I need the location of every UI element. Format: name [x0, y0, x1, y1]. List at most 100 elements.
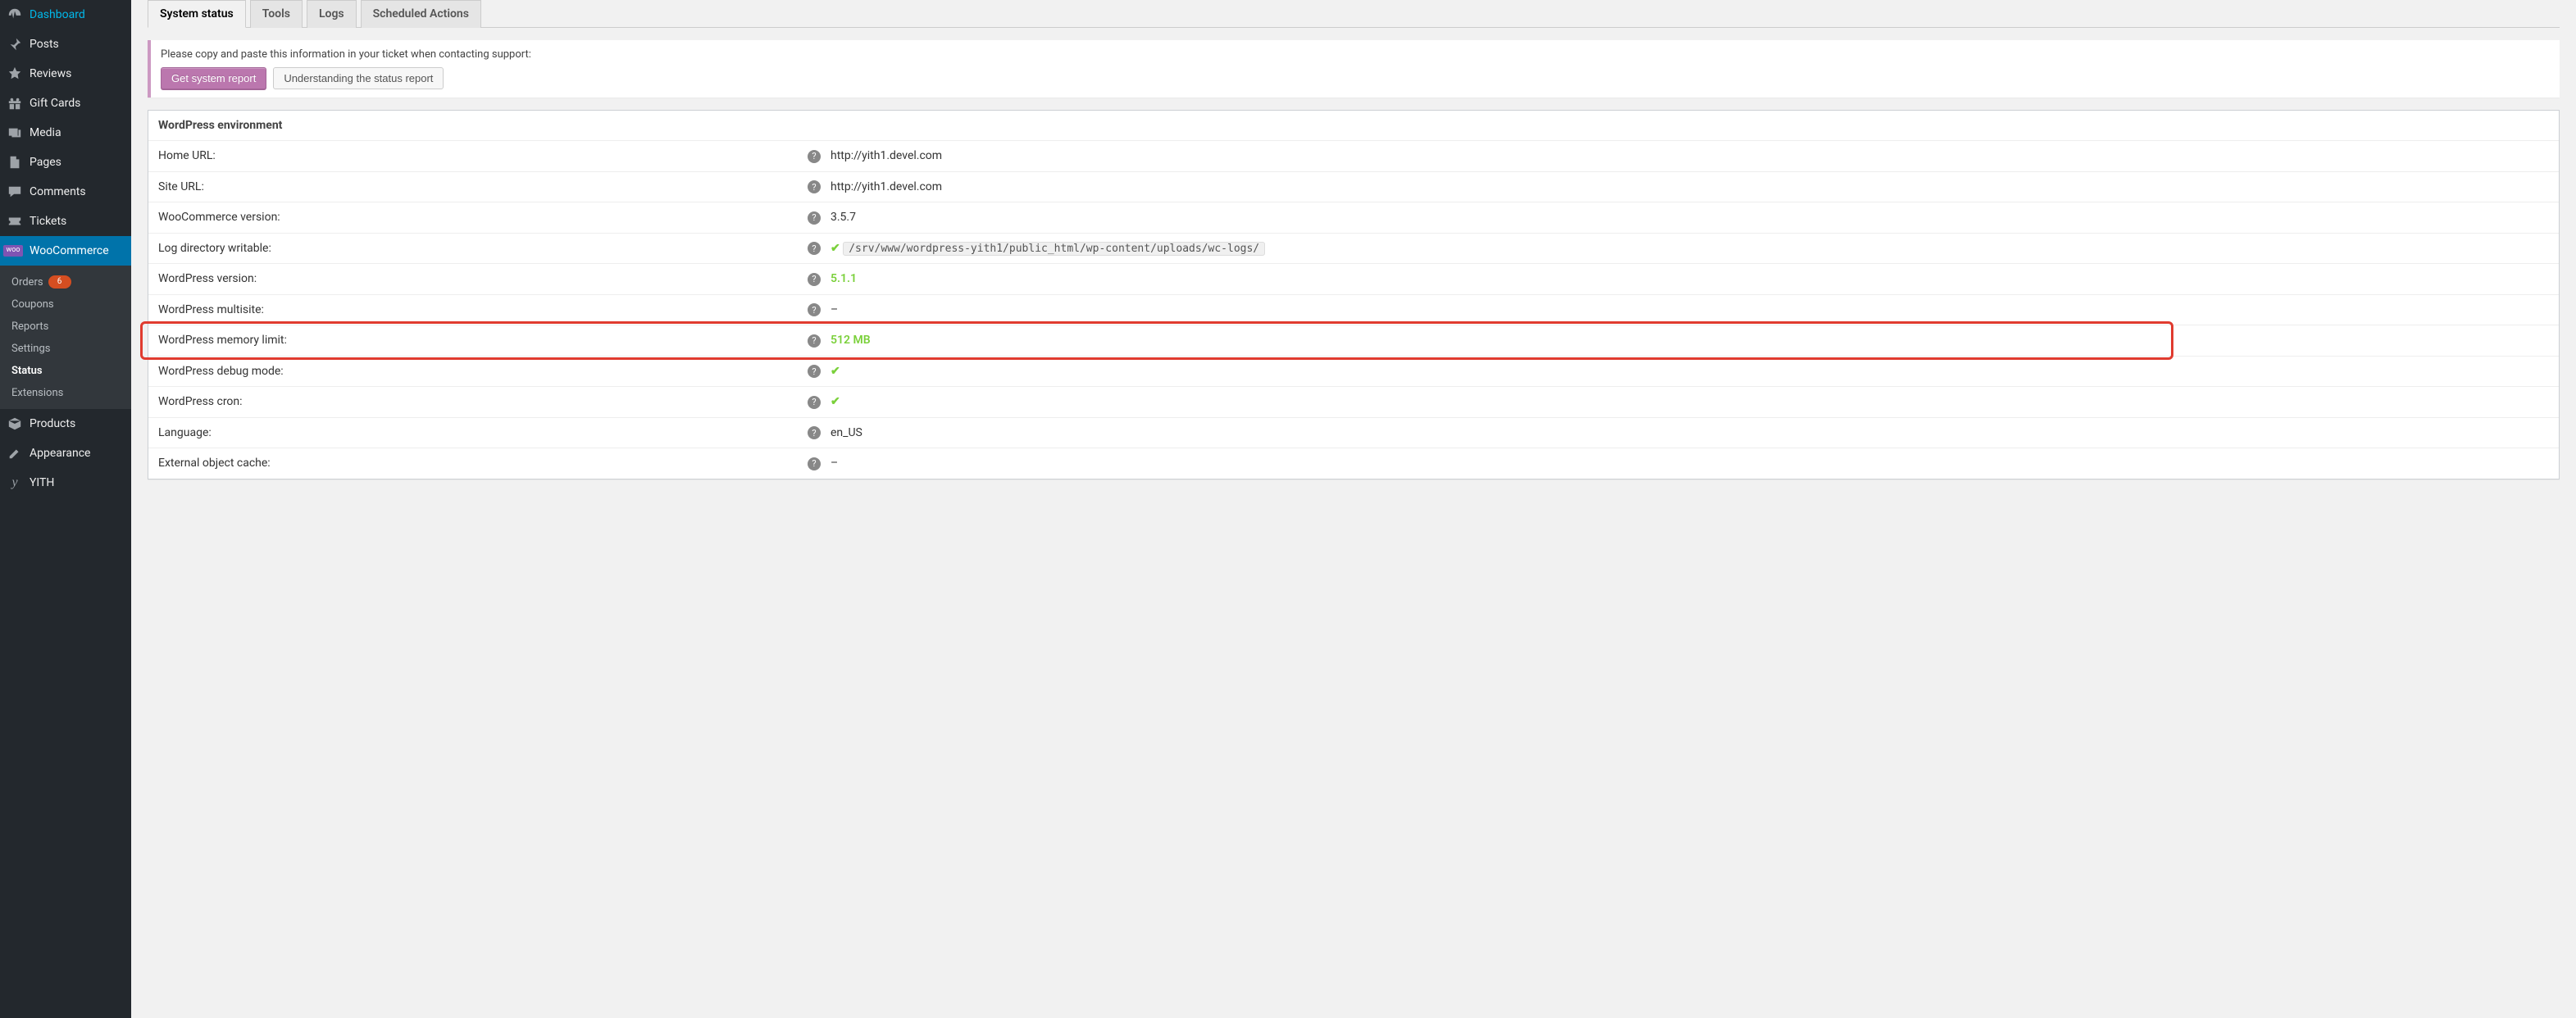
- help-icon[interactable]: ?: [808, 334, 821, 348]
- row-value: 3.5.7: [831, 211, 2549, 224]
- woocommerce-icon: woo: [7, 243, 23, 259]
- row-value: ✔ /srv/www/wordpress-yith1/public_html/w…: [831, 242, 2549, 255]
- table-row: WordPress memory limit:? 512 MB: [148, 325, 2559, 357]
- help-icon[interactable]: ?: [808, 303, 821, 316]
- star-icon: [7, 66, 23, 82]
- understanding-status-report-button[interactable]: Understanding the status report: [273, 67, 444, 89]
- path-value: /srv/www/wordpress-yith1/public_html/wp-…: [843, 242, 1265, 256]
- help-cell: ?: [798, 272, 831, 286]
- submenu-item-orders[interactable]: Orders 6: [0, 270, 131, 293]
- help-cell: ?: [798, 426, 831, 440]
- sidebar-item-appearance[interactable]: Appearance: [0, 439, 131, 468]
- sidebar-item-posts[interactable]: Posts: [0, 30, 131, 59]
- submenu-item-label: Status: [11, 365, 43, 377]
- support-notice: Please copy and paste this information i…: [148, 40, 2560, 98]
- row-value: 512 MB: [831, 334, 2549, 347]
- table-row: WordPress version:?5.1.1: [148, 264, 2559, 295]
- sidebar-item-products[interactable]: Products: [0, 409, 131, 439]
- submenu-item-label: Coupons: [11, 298, 54, 311]
- sidebar-item-pages[interactable]: Pages: [0, 148, 131, 177]
- row-label: WordPress memory limit:: [158, 334, 798, 347]
- appearance-icon: [7, 445, 23, 461]
- table-row: Site URL:?http://yith1.devel.com: [148, 172, 2559, 203]
- status-tabs: System status Tools Logs Scheduled Actio…: [148, 0, 2560, 28]
- help-icon[interactable]: ?: [808, 242, 821, 255]
- table-row: WordPress debug mode:? ✔: [148, 357, 2559, 388]
- tab-system-status[interactable]: System status: [148, 0, 246, 28]
- row-label: Home URL:: [158, 149, 798, 162]
- submenu-item-reports[interactable]: Reports: [0, 316, 131, 338]
- sidebar-item-label: Products: [30, 416, 75, 431]
- sidebar-item-reviews[interactable]: Reviews: [0, 59, 131, 89]
- submenu-item-extensions[interactable]: Extensions: [0, 382, 131, 404]
- help-cell: ?: [798, 395, 831, 409]
- help-icon[interactable]: ?: [808, 396, 821, 409]
- pin-icon: [7, 36, 23, 52]
- submenu-item-status[interactable]: Status: [0, 360, 131, 382]
- row-value: ✔: [831, 365, 2549, 378]
- value-text: 5.1.1: [831, 272, 857, 285]
- sidebar-item-label: Reviews: [30, 66, 71, 81]
- help-icon[interactable]: ?: [808, 457, 821, 470]
- row-label: WooCommerce version:: [158, 211, 798, 224]
- help-icon[interactable]: ?: [808, 365, 821, 378]
- sidebar-item-label: Comments: [30, 184, 86, 199]
- sidebar-item-woocommerce[interactable]: woo WooCommerce: [0, 236, 131, 266]
- help-cell: ?: [798, 180, 831, 194]
- table-row: WooCommerce version:? 3.5.7: [148, 202, 2559, 234]
- orders-count-badge: 6: [48, 275, 71, 289]
- sidebar-item-label: Appearance: [30, 446, 90, 461]
- tab-scheduled-actions[interactable]: Scheduled Actions: [361, 0, 481, 28]
- tickets-icon: [7, 213, 23, 230]
- sidebar-item-tickets[interactable]: Tickets: [0, 207, 131, 236]
- row-label: WordPress debug mode:: [158, 365, 798, 378]
- dashboard-icon: [7, 7, 23, 23]
- sidebar-item-label: Dashboard: [30, 7, 85, 22]
- value-text: 512 MB: [831, 334, 871, 347]
- help-icon[interactable]: ?: [808, 150, 821, 163]
- help-icon[interactable]: ?: [808, 180, 821, 193]
- row-value: –: [831, 303, 2549, 316]
- sidebar-item-media[interactable]: Media: [0, 118, 131, 148]
- value-text: en_US: [831, 426, 862, 439]
- tab-tools[interactable]: Tools: [250, 0, 303, 28]
- submenu-item-label: Extensions: [11, 387, 63, 399]
- help-cell: ?: [798, 457, 831, 470]
- help-cell: ?: [798, 149, 831, 163]
- get-system-report-button[interactable]: Get system report: [161, 67, 266, 89]
- sidebar-item-label: YITH: [30, 475, 54, 490]
- help-cell: ?: [798, 242, 831, 256]
- tab-logs[interactable]: Logs: [307, 0, 357, 28]
- help-cell: ?: [798, 334, 831, 348]
- help-cell: ?: [798, 365, 831, 379]
- row-value: http://yith1.devel.com: [831, 149, 2549, 162]
- help-icon[interactable]: ?: [808, 211, 821, 225]
- submenu-item-label: Orders: [11, 276, 43, 289]
- table-row: Language:?en_US: [148, 418, 2559, 449]
- row-value: ✔: [831, 395, 2549, 408]
- notice-text: Please copy and paste this information i…: [161, 48, 2550, 61]
- row-value: en_US: [831, 426, 2549, 439]
- sidebar-item-gift-cards[interactable]: Gift Cards: [0, 89, 131, 118]
- value-text: 3.5.7: [831, 211, 856, 224]
- submenu-item-label: Settings: [11, 343, 50, 355]
- submenu-item-settings[interactable]: Settings: [0, 338, 131, 360]
- row-value: http://yith1.devel.com: [831, 180, 2549, 193]
- products-icon: [7, 416, 23, 432]
- pages-icon: [7, 154, 23, 170]
- admin-sidebar: Dashboard Posts Reviews Gift Cards Media…: [0, 0, 131, 1018]
- table-row: WordPress multisite:?–: [148, 295, 2559, 326]
- sidebar-item-label: Tickets: [30, 214, 66, 229]
- sidebar-item-label: Pages: [30, 155, 61, 170]
- row-label: WordPress cron:: [158, 395, 798, 408]
- table-row: Home URL:? http://yith1.devel.com: [148, 141, 2559, 172]
- help-icon[interactable]: ?: [808, 426, 821, 439]
- sidebar-item-dashboard[interactable]: Dashboard: [0, 0, 131, 30]
- row-label: WordPress multisite:: [158, 303, 798, 316]
- sidebar-item-yith[interactable]: y YITH: [0, 468, 131, 498]
- submenu-item-coupons[interactable]: Coupons: [0, 293, 131, 316]
- woocommerce-submenu: Orders 6 Coupons Reports Settings Status…: [0, 266, 131, 409]
- checkmark-icon: ✔: [831, 365, 840, 378]
- help-icon[interactable]: ?: [808, 273, 821, 286]
- sidebar-item-comments[interactable]: Comments: [0, 177, 131, 207]
